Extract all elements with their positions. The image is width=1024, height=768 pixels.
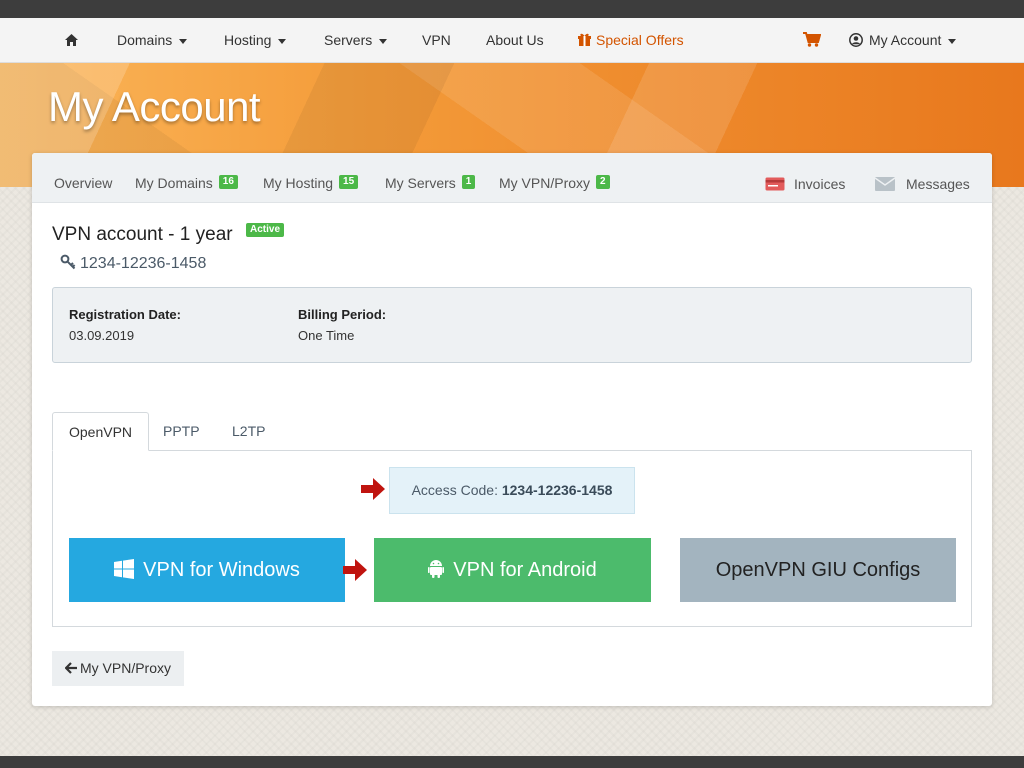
user-circle-icon: [849, 33, 863, 47]
account-title: VPN account - 1 year: [52, 224, 233, 245]
home-icon[interactable]: [65, 18, 78, 63]
access-code-label: Access Code:: [411, 482, 498, 498]
count-badge: 15: [339, 175, 359, 189]
subnav-my-domains[interactable]: My Domains 16: [135, 175, 238, 191]
tab-pptp[interactable]: PPTP: [163, 412, 200, 451]
registration-date-value: 03.09.2019: [69, 328, 135, 343]
bottom-strip: [0, 756, 1024, 768]
nav-vpn[interactable]: VPN: [422, 18, 451, 63]
my-account-label: My Account: [869, 32, 942, 48]
count-badge: 1: [461, 175, 476, 189]
status-badge: Active: [246, 223, 285, 237]
openvpn-panel: Access Code: 1234-12236-1458 VPN for Win…: [52, 450, 972, 627]
nav-domains[interactable]: Domains: [117, 18, 188, 63]
access-code-value: 1234-12236-1458: [501, 482, 613, 498]
windows-icon: [114, 559, 135, 579]
arrow-right-icon: [361, 478, 385, 500]
key-icon: [60, 254, 76, 270]
messages-label: Messages: [906, 176, 970, 192]
billing-period-label: Billing Period:: [298, 307, 387, 322]
chevron-down-icon: [379, 38, 388, 44]
chevron-down-icon: [278, 38, 287, 44]
nav-servers-label: Servers: [324, 32, 373, 48]
subnav-messages[interactable]: Messages: [874, 176, 970, 192]
subnav-my-vpn-proxy[interactable]: My VPN/Proxy 2: [499, 175, 610, 191]
chevron-down-icon: [179, 38, 188, 44]
back-to-vpn-proxy-button[interactable]: My VPN/Proxy: [52, 651, 184, 686]
android-icon: [428, 560, 445, 578]
nav-domains-label: Domains: [117, 32, 173, 48]
chevron-down-icon: [948, 38, 957, 44]
main-navbar: Domains Hosting Servers VPN About Us Spe…: [0, 18, 1024, 63]
page-title: My Account: [48, 83, 261, 130]
vpn-for-windows-button[interactable]: VPN for Windows: [69, 538, 345, 602]
subnav-my-hosting-label: My Hosting: [263, 175, 334, 191]
subnav-overview[interactable]: Overview: [54, 175, 112, 191]
count-badge: 16: [218, 175, 238, 189]
openvpn-configs-button[interactable]: OpenVPN GIU Configs: [680, 538, 956, 602]
envelope-icon: [874, 177, 896, 191]
subnav-my-hosting[interactable]: My Hosting 15: [263, 175, 359, 191]
count-badge: 2: [596, 175, 610, 189]
account-id: 1234-12236-1458: [80, 255, 207, 272]
subnav-my-vpn-proxy-label: My VPN/Proxy: [499, 175, 591, 191]
arrow-right-icon: [343, 559, 367, 581]
special-offers-label: Special Offers: [596, 32, 684, 48]
subnav-my-domains-label: My Domains: [135, 175, 213, 191]
nav-special-offers[interactable]: Special Offers: [578, 18, 684, 63]
cart-icon[interactable]: [803, 18, 822, 63]
tab-l2tp[interactable]: L2TP: [232, 412, 265, 451]
account-id-row: 1234-12236-1458: [60, 254, 206, 273]
account-subnav: Overview My Domains 16 My Hosting 15 My Se…: [32, 153, 992, 203]
back-button-label: My VPN/Proxy: [79, 660, 171, 676]
subnav-my-servers[interactable]: My Servers 1: [385, 175, 476, 191]
top-strip: [0, 0, 1024, 18]
nav-hosting-label: Hosting: [224, 32, 272, 48]
arrow-left-icon: [64, 662, 77, 674]
tab-openvpn[interactable]: OpenVPN: [52, 412, 150, 451]
nav-about-us[interactable]: About Us: [486, 18, 544, 63]
invoice-icon: [765, 177, 785, 191]
account-info-box: Registration Date: 03.09.2019 Billing Pe…: [52, 287, 972, 363]
vpn-for-windows-label: VPN for Windows: [143, 559, 300, 581]
invoices-label: Invoices: [794, 176, 846, 192]
nav-my-account[interactable]: My Account: [849, 18, 957, 63]
account-card: Overview My Domains 16 My Hosting 15 My Se…: [32, 153, 992, 706]
subnav-invoices[interactable]: Invoices: [765, 176, 845, 192]
access-code-box: Access Code: 1234-12236-1458: [389, 467, 635, 514]
vpn-for-android-label: VPN for Android: [453, 559, 597, 581]
billing-period-value: One Time: [298, 328, 355, 343]
nav-servers[interactable]: Servers: [324, 18, 388, 63]
registration-date-label: Registration Date:: [69, 307, 181, 322]
vpn-for-android-button[interactable]: VPN for Android: [374, 538, 651, 602]
subnav-my-servers-label: My Servers: [385, 175, 456, 191]
gift-icon: [578, 33, 591, 46]
nav-hosting[interactable]: Hosting: [224, 18, 287, 63]
